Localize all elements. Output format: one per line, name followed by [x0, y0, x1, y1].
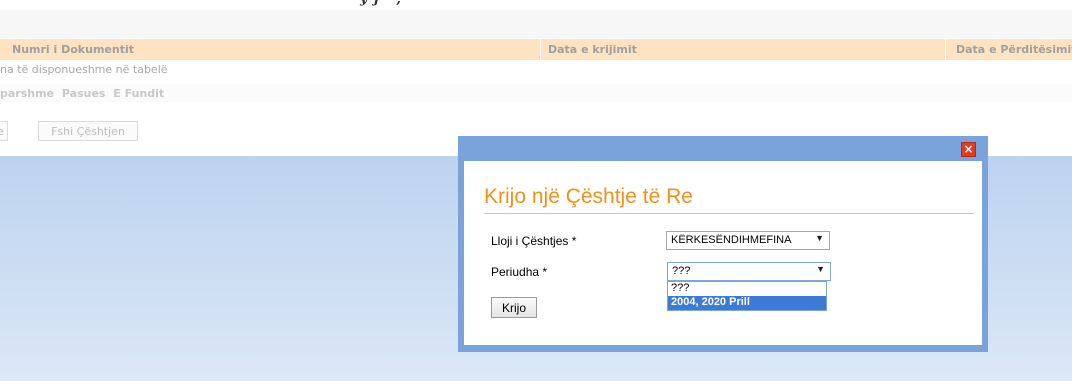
column-separator — [945, 39, 946, 60]
period-select[interactable]: ??? ▼ — [667, 262, 831, 281]
top-strip: y j , — [0, 0, 1072, 10]
delete-case-button[interactable]: Fshi Çështjen — [38, 121, 138, 141]
pagination: parshme Pasues E Fundit — [0, 87, 168, 100]
period-option-selected[interactable]: 2004, 2020 Prill — [668, 296, 826, 310]
period-option[interactable]: ??? — [668, 282, 826, 296]
column-header-document-number[interactable]: Numri i Dokumentit — [12, 43, 134, 56]
title-divider — [484, 213, 974, 214]
chevron-down-icon: ▼ — [815, 233, 824, 243]
create-button[interactable]: Krijo — [491, 297, 537, 318]
column-header-created-date[interactable]: Data e krijimit — [548, 43, 637, 56]
pager-next-link[interactable]: Pasues — [62, 87, 106, 100]
column-header-updated-date[interactable]: Data e Përditësimit — [956, 43, 1072, 56]
case-type-select[interactable]: KËRKESËNDIHMEFINA ▼ — [666, 231, 830, 250]
case-type-label: Lloji i Çështjes * — [491, 234, 577, 248]
close-icon[interactable]: × — [961, 142, 976, 157]
chevron-down-icon: ▼ — [816, 264, 825, 274]
toolbar-strip — [0, 10, 1072, 38]
dialog-body: Krijo një Çështje të Re Lloji i Çështjes… — [464, 161, 982, 345]
pager-previous-link[interactable]: parshme — [0, 87, 54, 100]
create-case-dialog: × Krijo një Çështje të Re Lloji i Çështj… — [458, 136, 988, 352]
column-separator — [540, 39, 541, 60]
cropped-heading-fragment: y j , — [360, 0, 402, 7]
partial-action-button[interactable]: e — [0, 121, 8, 141]
pager-last-link[interactable]: E Fundit — [113, 87, 164, 100]
period-label: Periudha * — [491, 265, 548, 279]
period-dropdown-list: ??? 2004, 2020 Prill — [667, 281, 827, 311]
case-type-value: KËRKESËNDIHMEFINA — [671, 234, 792, 246]
period-value: ??? — [672, 265, 691, 277]
table-header: Numri i Dokumentit Data e krijimit Data … — [0, 39, 1072, 60]
dialog-title: Krijo një Çështje të Re — [484, 185, 693, 208]
table-empty-message: na të disponueshme në tabelë — [0, 63, 168, 76]
